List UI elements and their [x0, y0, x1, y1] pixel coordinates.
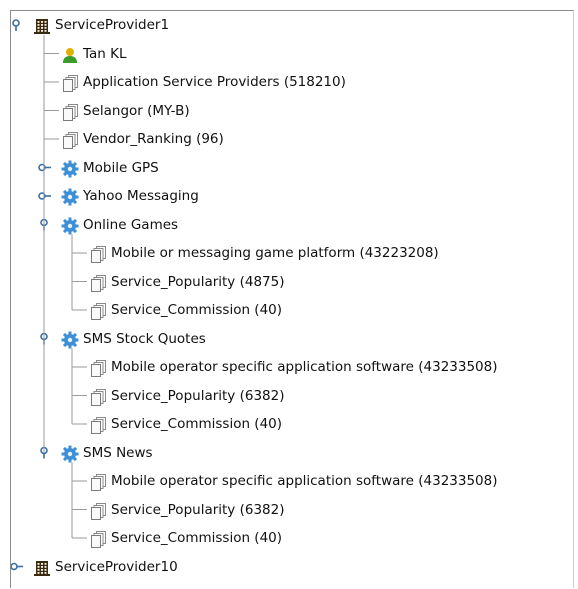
collapsed-toggle-icon[interactable] — [11, 562, 23, 571]
document-stack-icon — [89, 502, 107, 520]
tree-node-label[interactable]: Online Games — [83, 211, 178, 239]
expanded-toggle-icon[interactable] — [40, 218, 48, 231]
expanded-toggle-icon[interactable] — [12, 19, 20, 31]
document-stack-icon — [89, 274, 107, 292]
document-stack-icon — [61, 74, 79, 92]
building-icon — [33, 559, 51, 577]
document-stack-icon — [89, 302, 107, 320]
tree-node-label[interactable]: ServiceProvider10 — [55, 553, 178, 581]
tree-node-label[interactable]: SMS News — [83, 439, 153, 467]
tree-node-label[interactable]: Service_Popularity (6382) — [111, 382, 284, 410]
tree-node-label[interactable]: Service_Commission (40) — [111, 524, 282, 552]
document-stack-icon — [89, 388, 107, 406]
document-stack-icon — [61, 131, 79, 149]
tree-node-label[interactable]: Vendor_Ranking (96) — [83, 125, 224, 153]
tree-node-label[interactable]: Service_Commission (40) — [111, 410, 282, 438]
tree-node-label[interactable]: SMS Stock Quotes — [83, 325, 206, 353]
expanded-toggle-icon[interactable] — [40, 332, 48, 345]
tree-node-label[interactable]: Selangor (MY-B) — [83, 97, 190, 125]
gear-icon — [61, 445, 79, 463]
gear-icon — [61, 217, 79, 235]
tree-node-label[interactable]: Tan KL — [83, 40, 127, 68]
tree-node-label[interactable]: ServiceProvider100 — [55, 581, 186, 588]
tree-node-label[interactable]: Yahoo Messaging — [83, 182, 199, 210]
person-icon — [61, 46, 79, 64]
tree-node-label[interactable]: Mobile operator specific application sof… — [111, 353, 498, 381]
document-stack-icon — [89, 530, 107, 548]
tree-node-label[interactable]: Service_Popularity (4875) — [111, 268, 284, 296]
document-stack-icon — [89, 359, 107, 377]
tree-node-label[interactable]: Service_Commission (40) — [111, 296, 282, 324]
document-stack-icon — [89, 473, 107, 491]
collapsed-toggle-icon[interactable] — [38, 163, 51, 172]
gear-icon — [61, 188, 79, 206]
tree-node-label[interactable]: Service_Popularity (6382) — [111, 496, 284, 524]
document-stack-icon — [89, 245, 107, 263]
building-icon — [33, 587, 51, 588]
tree-node-label[interactable]: Mobile GPS — [83, 154, 159, 182]
tree-panel: ServiceProvider1 Tan KL Application Serv… — [10, 10, 574, 588]
document-stack-icon — [89, 416, 107, 434]
building-icon — [33, 17, 51, 35]
tree-node-label[interactable]: ServiceProvider1 — [55, 11, 169, 39]
expanded-toggle-icon[interactable] — [40, 446, 48, 459]
tree-node-label[interactable]: Application Service Providers (518210) — [83, 68, 346, 96]
gear-icon — [61, 331, 79, 349]
gear-icon — [61, 160, 79, 178]
tree-node-label[interactable]: Mobile operator specific application sof… — [111, 467, 498, 495]
collapsed-toggle-icon[interactable] — [38, 192, 51, 200]
tree-node-label[interactable]: Mobile or messaging game platform (43223… — [111, 239, 439, 267]
document-stack-icon — [61, 103, 79, 121]
